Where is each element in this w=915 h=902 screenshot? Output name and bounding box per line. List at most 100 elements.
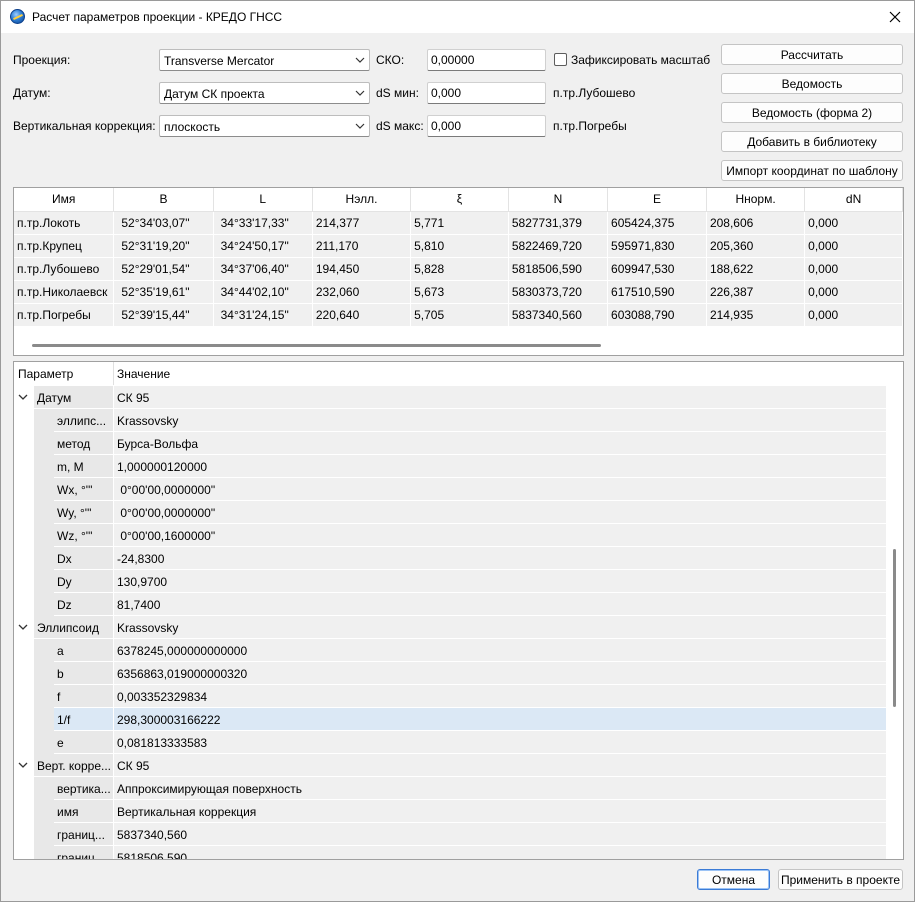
tree-row[interactable]: имя Вертикальная коррекция (14, 800, 886, 823)
tree-header-value[interactable]: Значение (117, 367, 170, 381)
tree-row[interactable]: границ... 5818506,590 (14, 846, 886, 859)
tree-group-vertical-correction[interactable]: Верт. корре... СК 95 (14, 754, 886, 777)
tree-gutter (14, 547, 34, 570)
calculate-button[interactable]: Рассчитать (721, 44, 903, 65)
tree-gutter (14, 639, 34, 662)
tree-gutter (14, 662, 34, 685)
apply-in-project-button[interactable]: Применить в проекте (778, 869, 903, 890)
tree-row[interactable]: m, M 1,000000120000 (14, 455, 886, 478)
tree-row[interactable]: границ... 5837340,560 (14, 823, 886, 846)
tree-gutter (14, 823, 34, 846)
report-button[interactable]: Ведомость (721, 73, 903, 94)
sko-label: СКО: (376, 53, 405, 67)
tree-row[interactable]: Wz, °'" 0°00'00,1600000" (14, 524, 886, 547)
tree-param: Эллипсоид (34, 616, 114, 639)
tree-scrollbar-thumb[interactable] (893, 549, 896, 707)
tree-param: метод (54, 432, 114, 455)
vertical-correction-select[interactable]: плоскость (159, 115, 370, 137)
tree-group-datum[interactable]: Датум СК 95 (14, 386, 886, 409)
grid-horizontal-scrollbar[interactable] (32, 344, 601, 347)
chevron-down-icon[interactable] (18, 623, 28, 631)
ds-max-field[interactable]: 0,000 (427, 115, 546, 137)
table-cell: п.тр.Лубошево (14, 257, 115, 281)
tree-row[interactable]: Dx -24,8300 (14, 547, 886, 570)
tree-param: Dz (54, 593, 114, 616)
table-cell: п.тр.Локоть (14, 211, 115, 235)
tree-value: 0,081813333583 (114, 731, 886, 754)
tree-row[interactable]: метод Бурса-Вольфа (14, 432, 886, 455)
tree-gutter (14, 731, 34, 754)
table-row[interactable]: п.тр.Локоть 52°34'03,07" 34°33'17,33" 21… (14, 211, 903, 235)
tree-param: Датум (34, 386, 114, 409)
table-cell: 5,705 (410, 303, 509, 327)
tree-group-ellipsoid[interactable]: Эллипсоид Krassovsky (14, 616, 886, 639)
table-cell: 595971,830 (607, 234, 707, 258)
tree-row[interactable]: Dz 81,7400 (14, 593, 886, 616)
table-cell: 52°39'15,44" (113, 303, 214, 327)
points-grid[interactable]: Имя B L Нэлл. ξ N E Ннорм. dN п.тр.Локот… (13, 187, 904, 356)
chevron-down-icon[interactable] (18, 393, 28, 401)
column-header[interactable]: N (508, 188, 609, 212)
column-header[interactable]: L (213, 188, 313, 212)
table-row[interactable]: п.тр.Лубошево 52°29'01,54" 34°37'06,40" … (14, 257, 903, 281)
tree-param: границ... (54, 846, 114, 859)
table-cell: п.тр.Крупец (14, 234, 115, 258)
table-cell: 214,377 (312, 211, 412, 235)
tree-row[interactable]: e 0,081813333583 (14, 731, 886, 754)
add-to-library-button[interactable]: Добавить в библиотеку (721, 131, 903, 152)
tree-value: 5837340,560 (114, 823, 886, 846)
tree-gutter (14, 432, 34, 455)
tree-value: Аппроксимирующая поверхность (114, 777, 886, 800)
column-header[interactable]: dN (804, 188, 903, 212)
tree-param: a (54, 639, 114, 662)
tree-indent (34, 524, 54, 547)
tree-row[interactable]: вертика... Аппроксимирующая поверхность (14, 777, 886, 800)
projection-select[interactable]: Transverse Mercator (159, 49, 370, 71)
tree-gutter (14, 455, 34, 478)
tree-param: f (54, 685, 114, 708)
parameters-tree[interactable]: Параметр Значение Датум СК 95 эллипс... … (13, 361, 904, 860)
column-header[interactable]: ξ (410, 188, 509, 212)
datum-select-value: Датум СК проекта (164, 87, 265, 101)
tree-row[interactable]: f 0,003352329834 (14, 685, 886, 708)
column-header[interactable]: Ннорм. (706, 188, 806, 212)
column-header[interactable]: Нэлл. (312, 188, 412, 212)
tree-row-selected[interactable]: 1/f 298,300003166222 (14, 708, 886, 731)
tree-indent (34, 409, 54, 432)
tree-row[interactable]: b 6356863,019000000320 (14, 662, 886, 685)
tree-param: Верт. корре... (34, 754, 114, 777)
table-cell: 220,640 (312, 303, 412, 327)
table-row[interactable]: п.тр.Погребы 52°39'15,44" 34°31'24,15" 2… (14, 303, 903, 327)
ds-min-label: dS мин: (376, 86, 419, 100)
tree-header-param[interactable]: Параметр (18, 367, 73, 381)
column-header[interactable]: Имя (14, 188, 115, 212)
column-header[interactable]: E (607, 188, 707, 212)
tree-row[interactable]: Wy, °'" 0°00'00,0000000" (14, 501, 886, 524)
table-cell: 34°31'24,15" (213, 303, 313, 327)
tree-indent (34, 685, 54, 708)
table-row[interactable]: п.тр.Крупец 52°31'19,20" 34°24'50,17" 21… (14, 234, 903, 258)
table-cell: 609947,530 (607, 257, 707, 281)
title-bar: Расчет параметров проекции - КРЕДО ГНСС (1, 1, 914, 33)
import-template-button[interactable]: Импорт координат по шаблону (721, 160, 903, 181)
tree-param: Wx, °'" (54, 478, 114, 501)
cancel-button[interactable]: Отмена (697, 869, 770, 890)
tree-row[interactable]: a 6378245,000000000000 (14, 639, 886, 662)
tree-row[interactable]: Dy 130,9700 (14, 570, 886, 593)
close-button[interactable] (884, 6, 906, 28)
tree-indent (34, 662, 54, 685)
tree-param: m, M (54, 455, 114, 478)
tree-row[interactable]: эллипс... Krassovsky (14, 409, 886, 432)
table-row[interactable]: п.тр.Николаевск 52°35'19,61" 34°44'02,10… (14, 280, 903, 304)
fix-scale-checkbox[interactable] (554, 53, 567, 66)
tree-row[interactable]: Wx, °'" 0°00'00,0000000" (14, 478, 886, 501)
table-cell: 0,000 (804, 257, 903, 281)
ds-min-field[interactable]: 0,000 (427, 82, 546, 104)
report-form2-button[interactable]: Ведомость (форма 2) (721, 102, 903, 123)
sko-field[interactable]: 0,00000 (427, 49, 546, 71)
column-header[interactable]: B (113, 188, 214, 212)
chevron-down-icon[interactable] (18, 761, 28, 769)
datum-select[interactable]: Датум СК проекта (159, 82, 370, 104)
table-cell: 208,606 (706, 211, 806, 235)
table-cell: 52°29'01,54" (113, 257, 214, 281)
